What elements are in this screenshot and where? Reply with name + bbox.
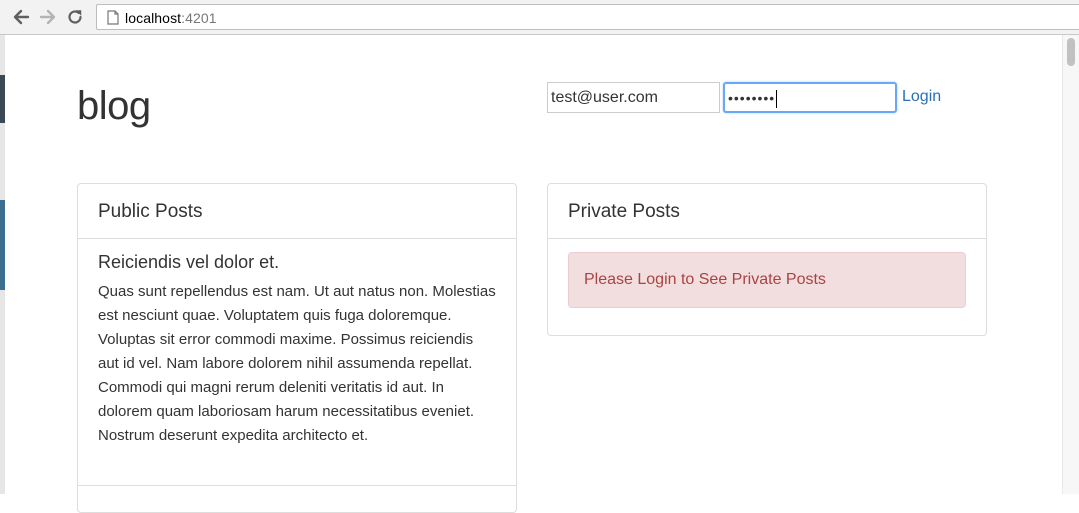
post-title: Reiciendis vel dolor et. (98, 252, 280, 272)
page-viewport: blog •••••••• Login Public Posts Reicien… (0, 35, 1079, 513)
background-window-edge (0, 35, 5, 494)
address-bar[interactable]: localhost:4201 (96, 4, 1079, 30)
email-field[interactable] (547, 82, 720, 113)
password-mask: •••••••• (728, 90, 776, 106)
back-button[interactable] (12, 8, 30, 26)
text-caret (776, 90, 778, 109)
panel-heading-public: Public Posts (78, 184, 516, 239)
private-posts-panel: Private Posts Please Login to See Privat… (547, 183, 987, 336)
reload-icon (68, 10, 82, 24)
url-port: :4201 (181, 10, 217, 26)
url-text: localhost:4201 (125, 10, 217, 26)
url-host: localhost (125, 10, 182, 26)
login-link[interactable]: Login (902, 87, 941, 107)
browser-toolbar: localhost:4201 (0, 0, 1079, 35)
vertical-scrollbar[interactable] (1062, 35, 1079, 494)
post-body: Quas sunt repellendus est nam. Ut aut na… (98, 283, 496, 444)
arrow-left-icon (13, 9, 30, 25)
scrollbar-thumb[interactable] (1067, 38, 1075, 66)
arrow-right-icon (39, 9, 56, 25)
password-field[interactable]: •••••••• (723, 82, 897, 113)
brand-title: blog (77, 84, 151, 128)
public-posts-panel: Public Posts Reiciendis vel dolor et. Qu… (77, 183, 517, 513)
login-required-alert: Please Login to See Private Posts (568, 252, 966, 308)
forward-button[interactable] (39, 8, 57, 26)
reload-button[interactable] (66, 8, 84, 26)
post-item: Reiciendis vel dolor et. Quas sunt repel… (78, 239, 516, 448)
page-icon (107, 10, 119, 25)
post-divider (78, 485, 516, 486)
panel-heading-private: Private Posts (548, 184, 986, 239)
